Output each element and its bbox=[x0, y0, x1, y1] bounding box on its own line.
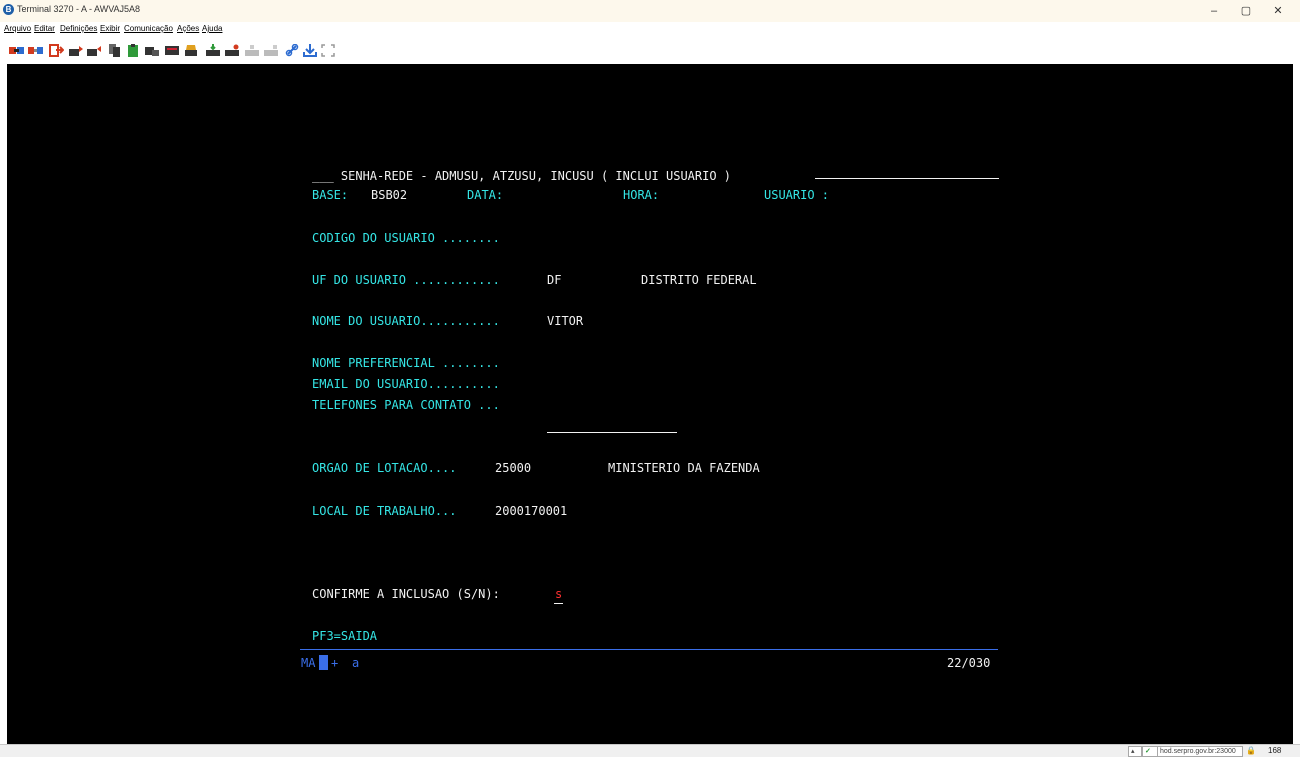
menu-editar[interactable]: Editar bbox=[34, 24, 55, 33]
pf3-hint[interactable]: PF3=SAIDA bbox=[312, 629, 377, 643]
paste-icon[interactable] bbox=[126, 44, 141, 57]
email-label: EMAIL DO USUARIO.......... bbox=[312, 377, 500, 391]
minimize-button[interactable]: – bbox=[1200, 2, 1228, 20]
screen-header-title: ___ SENHA-REDE - ADMUSU, ATZUSU, INCUSU … bbox=[312, 169, 732, 183]
record-macro-icon[interactable] bbox=[206, 44, 221, 57]
terminal-screen[interactable]: ___ SENHA-REDE - ADMUSU, ATZUSU, INCUSU … bbox=[7, 64, 1293, 744]
menu-definicoes[interactable]: Definições bbox=[60, 24, 97, 33]
menu-exibir[interactable]: Exibir bbox=[100, 24, 120, 33]
orgao-name: MINISTERIO DA FAZENDA bbox=[608, 461, 760, 475]
orgao-code[interactable]: 25000 bbox=[495, 461, 531, 475]
oia-session: a bbox=[352, 656, 360, 670]
uf-name: DISTRITO FEDERAL bbox=[641, 273, 757, 287]
host-address: hod.serpro.gov.br:23000 bbox=[1157, 746, 1243, 757]
connection-check-icon: ✓ bbox=[1142, 746, 1158, 757]
orgao-label: ORGAO DE LOTACAO.... bbox=[312, 461, 457, 475]
port-number: 168 bbox=[1268, 746, 1282, 755]
status-dropdown-arrow[interactable]: ▴ bbox=[1128, 746, 1142, 757]
title-bar: B Terminal 3270 - A - AWVAJ5A8 – ▢ ✕ bbox=[0, 0, 1300, 22]
header-underline bbox=[815, 178, 999, 179]
link-icon[interactable] bbox=[285, 44, 300, 57]
menu-arquivo[interactable]: Arquivo bbox=[4, 24, 31, 33]
uf-value[interactable]: DF bbox=[547, 273, 561, 287]
local-code[interactable]: 2000170001 bbox=[495, 504, 567, 518]
window-title: Terminal 3270 - A - AWVAJ5A8 bbox=[17, 4, 141, 14]
oia-cursor-block bbox=[319, 655, 328, 670]
telefone-input-line[interactable] bbox=[547, 432, 677, 433]
print-screen-icon[interactable] bbox=[145, 44, 160, 57]
receive-file-icon[interactable] bbox=[87, 44, 102, 57]
connect-icon[interactable] bbox=[9, 44, 24, 57]
confirm-label: CONFIRME A INCLUSAO (S/N): bbox=[312, 587, 500, 601]
menu-bar: Arquivo Editar Definições Exibir Comunic… bbox=[0, 22, 1300, 36]
preferencial-label: NOME PREFERENCIAL ........ bbox=[312, 356, 500, 370]
confirm-input[interactable]: s bbox=[555, 587, 562, 601]
download-icon[interactable] bbox=[303, 44, 318, 57]
lock-icon: 🔒 bbox=[1246, 746, 1256, 755]
usuario-label: USUARIO : bbox=[764, 188, 830, 202]
app-icon: B bbox=[3, 4, 14, 15]
play-macro-icon[interactable] bbox=[225, 44, 240, 57]
telefones-label: TELEFONES PARA CONTATO ... bbox=[312, 398, 500, 412]
menu-acoes[interactable]: Ações bbox=[177, 24, 199, 33]
copy-icon[interactable] bbox=[107, 44, 122, 57]
status-bar: ▴ ✓ hod.serpro.gov.br:23000 🔒 168 bbox=[0, 744, 1300, 757]
stop-macro-icon[interactable] bbox=[245, 44, 260, 57]
nome-label: NOME DO USUARIO........... bbox=[312, 314, 500, 328]
close-button[interactable]: ✕ bbox=[1264, 2, 1292, 20]
maximize-button[interactable]: ▢ bbox=[1232, 2, 1260, 20]
disconnect-icon[interactable] bbox=[28, 44, 43, 57]
base-label: BASE: bbox=[312, 188, 349, 202]
menu-comunicacao[interactable]: Comunicação bbox=[124, 24, 173, 33]
base-value: BSB02 bbox=[371, 188, 408, 202]
oia-separator bbox=[300, 649, 998, 650]
confirm-input-underline bbox=[554, 603, 563, 604]
exit-icon[interactable] bbox=[49, 44, 64, 57]
data-label: DATA: bbox=[467, 188, 504, 202]
send-file-icon[interactable] bbox=[69, 44, 84, 57]
nome-value[interactable]: VITOR bbox=[547, 314, 583, 328]
hora-label: HORA: bbox=[623, 188, 660, 202]
oia-mode: MA bbox=[301, 656, 316, 670]
codigo-label: CODIGO DO USUARIO ........ bbox=[312, 231, 500, 245]
toolbar bbox=[0, 36, 1300, 64]
menu-ajuda[interactable]: Ajuda bbox=[202, 24, 222, 33]
local-label: LOCAL DE TRABALHO... bbox=[312, 504, 457, 518]
keypad-icon[interactable] bbox=[165, 44, 180, 57]
oia-indicator: + bbox=[331, 656, 339, 670]
pause-macro-icon[interactable] bbox=[264, 44, 279, 57]
macro-icon[interactable] bbox=[184, 44, 199, 57]
uf-label: UF DO USUARIO ............ bbox=[312, 273, 500, 287]
oia-cursor-position: 22/030 bbox=[947, 656, 991, 670]
expand-icon[interactable] bbox=[321, 44, 336, 57]
